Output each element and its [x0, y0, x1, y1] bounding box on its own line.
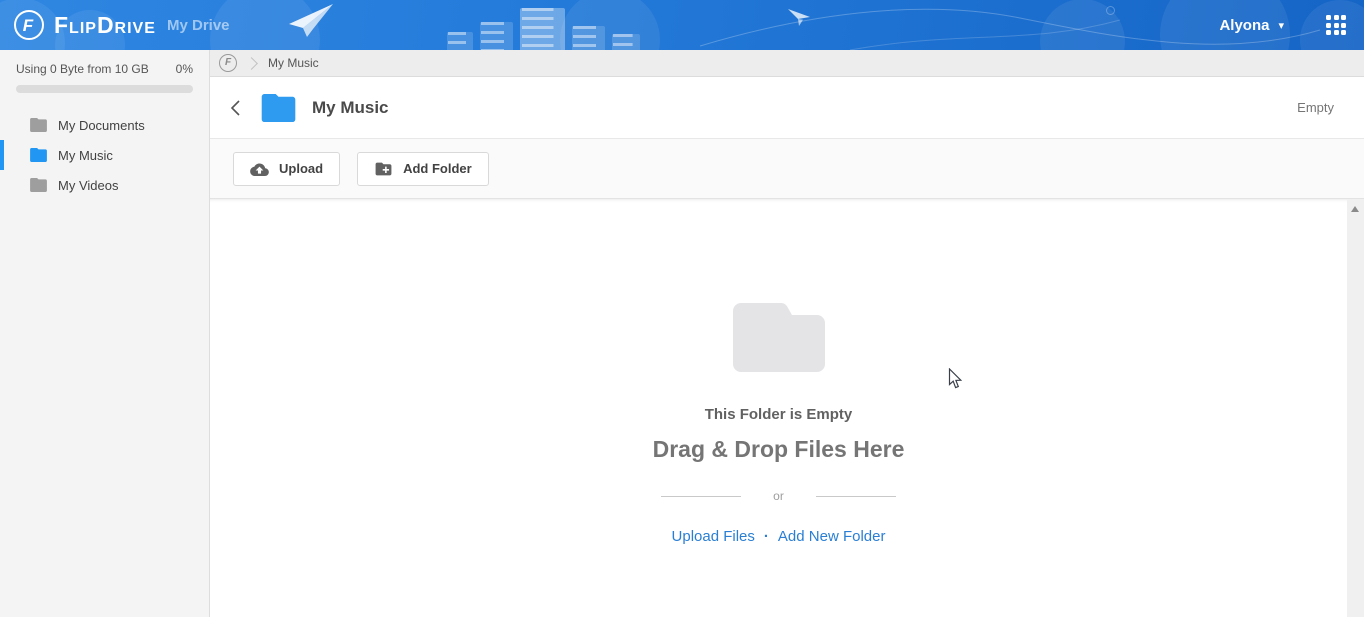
document-icon	[447, 32, 473, 50]
brand-name[interactable]: FlipDrive	[54, 0, 156, 50]
divider-line	[661, 495, 742, 497]
or-label: or	[773, 489, 784, 503]
divider-line	[815, 495, 896, 497]
logo-letter: F	[22, 15, 34, 35]
user-menu[interactable]: Alyona ▾	[1219, 0, 1284, 50]
sidebar-item-my-documents[interactable]: My Documents	[0, 110, 209, 140]
or-divider: or	[661, 489, 896, 503]
page-title: My Music	[312, 97, 389, 117]
toolbar: Upload Add Folder	[210, 139, 1364, 199]
paper-plane-icon	[289, 4, 333, 37]
upload-button[interactable]: Upload	[233, 151, 341, 186]
usage-text: Using 0 Byte from 10 GB	[16, 62, 149, 76]
add-new-folder-link[interactable]: Add New Folder	[778, 528, 886, 545]
folder-icon	[30, 148, 47, 162]
folder-title-icon	[261, 93, 296, 122]
drag-drop-label: Drag & Drop Files Here	[652, 436, 905, 462]
link-separator: ·	[763, 528, 769, 545]
sidebar-item-label: My Music	[58, 147, 113, 163]
sidebar: Using 0 Byte from 10 GB 0% My Documents …	[0, 50, 210, 617]
vertical-scrollbar[interactable]	[1347, 199, 1364, 617]
chevron-left-icon	[230, 99, 240, 116]
breadcrumb-separator-icon	[245, 56, 258, 70]
paper-plane-small-icon	[788, 9, 810, 26]
document-icon	[480, 22, 513, 50]
empty-folder-graphic	[732, 303, 825, 372]
back-button[interactable]	[224, 95, 246, 121]
flipdrive-logo-icon[interactable]: F	[14, 10, 44, 40]
empty-state-links: Upload Files · Add New Folder	[672, 528, 886, 545]
folder-icon	[30, 118, 47, 132]
breadcrumb: F My Music	[210, 50, 1364, 77]
sidebar-item-my-videos[interactable]: My Videos	[0, 170, 209, 200]
document-icon	[572, 26, 605, 50]
empty-heading: This Folder is Empty	[704, 406, 853, 423]
add-folder-icon	[375, 162, 392, 175]
sidebar-item-my-music[interactable]: My Music	[0, 140, 209, 170]
nav-my-drive[interactable]: My Drive	[167, 0, 230, 50]
add-folder-button[interactable]: Add Folder	[357, 151, 489, 186]
status-badge: Empty	[1297, 100, 1334, 115]
app-header: F FlipDrive My Drive Alyona ▾	[0, 0, 1364, 50]
usage-percent: 0%	[175, 62, 193, 76]
empty-state: This Folder is Empty Drag & Drop Files H…	[210, 199, 1347, 545]
documents-decoration	[447, 8, 640, 50]
breadcrumb-home-icon[interactable]: F	[219, 54, 237, 72]
storage-usage: Using 0 Byte from 10 GB 0%	[0, 50, 209, 93]
folder-icon	[30, 178, 47, 192]
upload-files-link[interactable]: Upload Files	[672, 528, 755, 545]
usage-progress-bar	[16, 85, 193, 93]
breadcrumb-current: My Music	[268, 56, 319, 70]
add-folder-button-label: Add Folder	[403, 161, 472, 176]
document-icon	[612, 34, 640, 50]
sidebar-item-label: My Videos	[58, 177, 119, 193]
sidebar-item-label: My Documents	[58, 117, 145, 133]
apps-grid-icon[interactable]	[1326, 15, 1347, 35]
cloud-upload-icon	[250, 163, 269, 176]
scrollbar-up-arrow-icon[interactable]	[1351, 206, 1359, 212]
main-panel: F My Music My Music Empty Upload Add Fol…	[210, 50, 1364, 617]
folder-title-row: My Music Empty	[210, 77, 1364, 139]
chevron-down-icon: ▾	[1278, 19, 1284, 32]
user-name: Alyona	[1219, 16, 1270, 34]
sidebar-folder-list: My Documents My Music My Videos	[0, 110, 209, 200]
folder-content-area: This Folder is Empty Drag & Drop Files H…	[210, 199, 1364, 617]
upload-button-label: Upload	[279, 161, 324, 176]
breadcrumb-home-letter: F	[224, 57, 232, 68]
document-icon	[520, 8, 565, 50]
